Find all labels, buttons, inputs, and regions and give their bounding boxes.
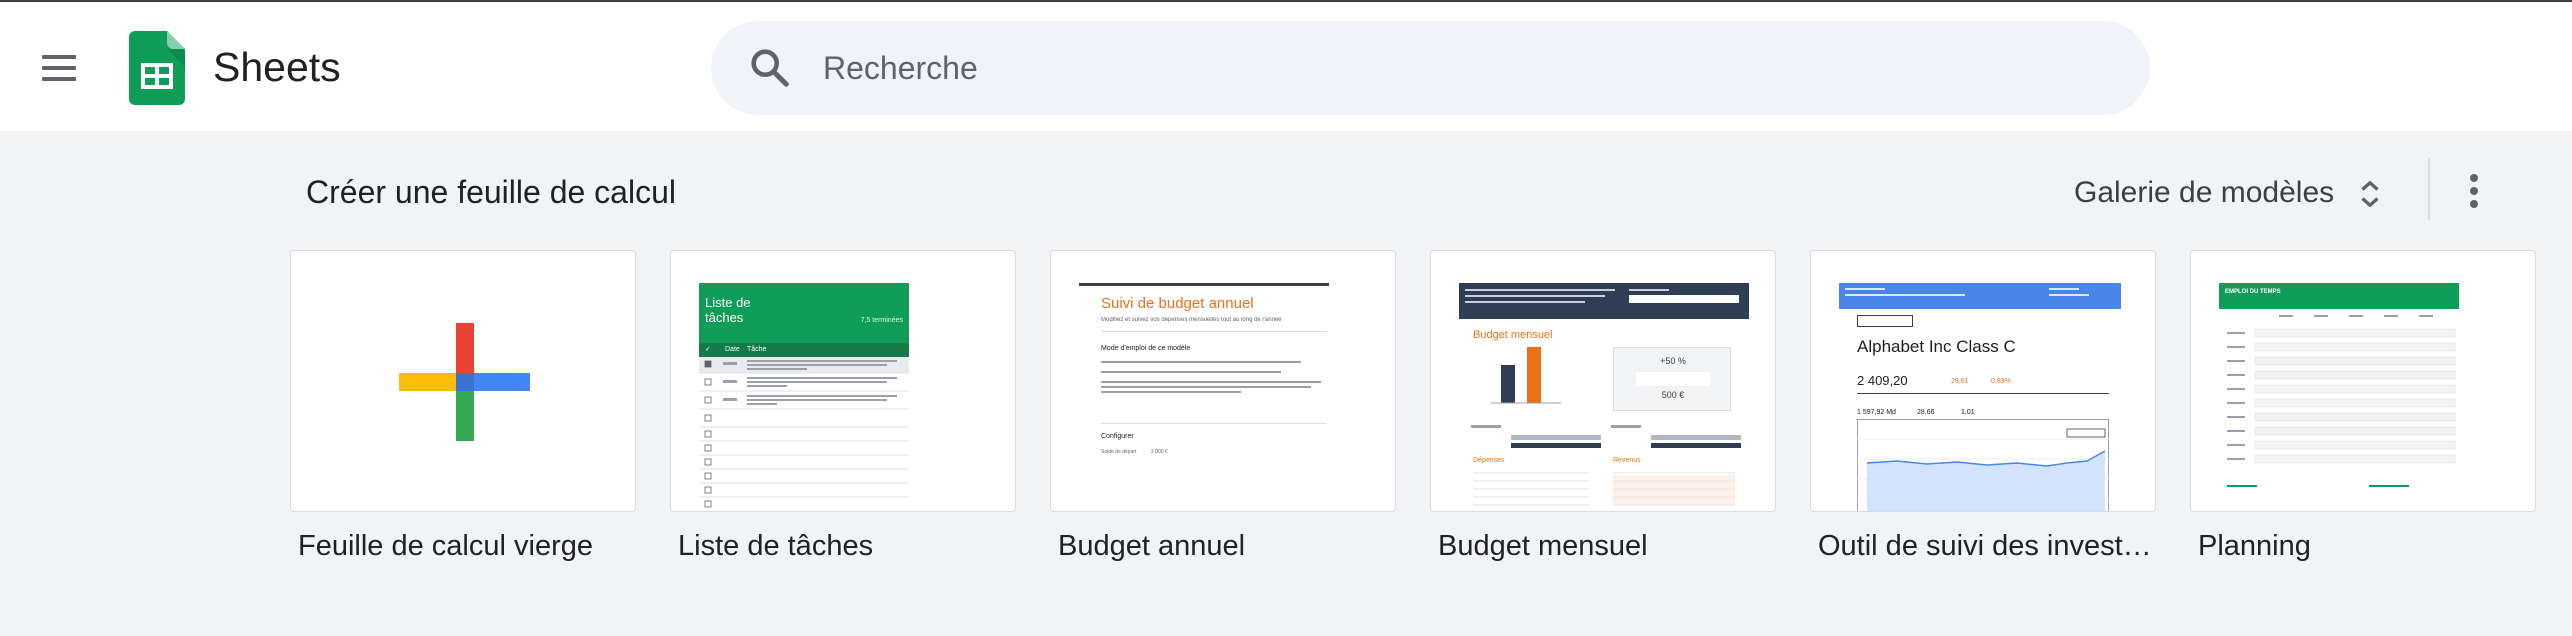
preview-market-cap: 1 597,92 Md <box>1857 409 1896 416</box>
preview-divider <box>1101 423 1327 424</box>
preview-col-date: Date <box>725 346 740 353</box>
template-todo-list[interactable]: Liste de tâches 7,5 terminées ✓ Date Tâc… <box>670 250 1016 562</box>
template-label: Budget mensuel <box>1438 530 1648 562</box>
preview-subtitle: Modifiez et suivez vos dépenses mensuell… <box>1101 317 1282 323</box>
template-planning[interactable]: EMPLOI DU TEMPS Planning <box>2190 250 2536 562</box>
template-label: Planning <box>2198 530 2311 562</box>
template-monthly-budget[interactable]: Budget mensuel +50 % 500 € Dépenses Reve… <box>1430 250 1776 562</box>
preview-ticker-box <box>1857 315 1913 327</box>
template-thumbnail[interactable]: EMPLOI DU TEMPS <box>2190 250 2536 512</box>
preview-income: Revenus <box>1613 457 1641 464</box>
template-investment-tracker[interactable]: Alphabet Inc Class C 2 409,20 29,61 0,83… <box>1810 250 2158 562</box>
preview-config: Configurer <box>1101 433 1134 440</box>
preview-summary-box: +50 % 500 € <box>1613 347 1731 411</box>
template-label: Budget annuel <box>1058 530 1246 562</box>
sheets-logo-icon[interactable] <box>129 31 185 105</box>
unfold-more-icon <box>2361 181 2379 207</box>
preview-config-value: 2 000 € <box>1151 449 1168 455</box>
preview-banner <box>1459 283 1749 319</box>
preview-summary-field <box>1636 372 1710 386</box>
preview-stock-chart <box>1857 419 2109 511</box>
preview-change-abs: 29,61 <box>1951 378 1969 385</box>
template-thumbnail[interactable]: Suivi de budget annuel Modifiez et suive… <box>1050 250 1396 512</box>
preview-subtitle: 7,5 terminées <box>860 317 903 324</box>
preview-beta: 1,01 <box>1961 409 1975 416</box>
preview-tables <box>1473 472 1735 506</box>
more-options-button[interactable] <box>2452 166 2496 216</box>
preview-schedule-grid <box>2227 315 2456 487</box>
preview-price: 2 409,20 <box>1857 373 1908 388</box>
preview-expenses: Dépenses <box>1473 457 1505 464</box>
preview-section: Mode d'emploi de ce modèle <box>1101 345 1191 352</box>
plus-icon <box>399 323 530 441</box>
template-thumbnail[interactable]: Alphabet Inc Class C 2 409,20 29,61 0,83… <box>1810 250 2156 512</box>
preview-header: EMPLOI DU TEMPS <box>2219 283 2459 309</box>
preview-pe: 28,66 <box>1917 409 1935 416</box>
preview-top-rule <box>1079 283 1329 286</box>
preview-col-done: ✓ <box>705 346 711 353</box>
template-label: Liste de tâches <box>678 530 874 562</box>
preview-config-row: Solde de départ <box>1101 449 1137 455</box>
header-divider <box>2428 158 2430 220</box>
main-menu-button[interactable] <box>38 48 86 88</box>
section-title: Créer une feuille de calcul <box>306 174 676 210</box>
preview-company: Alphabet Inc Class C <box>1857 337 2016 356</box>
template-thumbnail[interactable]: Liste de tâches 7,5 terminées ✓ Date Tâc… <box>670 250 1016 512</box>
template-label: Outil de suivi des investissements <box>1818 530 2158 562</box>
preview-progress-bars <box>1471 425 1741 448</box>
app-name[interactable]: Sheets <box>213 44 341 91</box>
menu-icon-line <box>42 66 76 70</box>
preview-amount: 500 € <box>1661 390 1685 400</box>
preview-change-pct: 0,83% <box>1991 378 2011 385</box>
template-label: Feuille de calcul vierge <box>298 530 593 562</box>
preview-divider <box>1857 393 2109 394</box>
template-annual-budget[interactable]: Suivi de budget annuel Modifiez et suive… <box>1050 250 1396 562</box>
more-vert-icon <box>2470 187 2478 195</box>
template-thumbnail[interactable]: Budget mensuel +50 % 500 € Dépenses Reve… <box>1430 250 1776 512</box>
template-gallery-label: Galerie de modèles <box>2074 176 2335 209</box>
search-input[interactable] <box>823 43 2103 93</box>
more-vert-icon <box>2470 200 2478 208</box>
preview-bar-chart <box>1491 347 1561 404</box>
more-vert-icon <box>2470 174 2478 182</box>
menu-icon-line <box>42 77 76 81</box>
template-blank[interactable]: Feuille de calcul vierge <box>290 250 636 562</box>
preview-header: Liste de tâches 7,5 terminées <box>699 283 909 343</box>
preview-title: EMPLOI DU TEMPS <box>2225 289 2281 295</box>
template-gallery-button[interactable]: Galerie de modèles <box>2062 164 2402 220</box>
preview-column-header: ✓ Date Tâche <box>699 343 909 357</box>
preview-title: Suivi de budget annuel <box>1101 295 1254 312</box>
menu-icon-line <box>42 55 76 59</box>
search-icon[interactable] <box>747 45 793 91</box>
preview-title: Liste de tâches <box>705 295 751 325</box>
preview-banner <box>1839 283 2121 309</box>
preview-instructions <box>1101 361 1321 393</box>
preview-percent: +50 % <box>1660 356 1686 366</box>
top-bar: Sheets <box>0 0 2572 131</box>
preview-title: Budget mensuel <box>1473 329 1553 341</box>
template-thumbnail[interactable] <box>290 250 636 512</box>
preview-col-task: Tâche <box>747 346 767 353</box>
preview-divider <box>1101 331 1327 332</box>
preview-task-rows <box>699 357 909 508</box>
search-bar[interactable] <box>711 21 2150 115</box>
